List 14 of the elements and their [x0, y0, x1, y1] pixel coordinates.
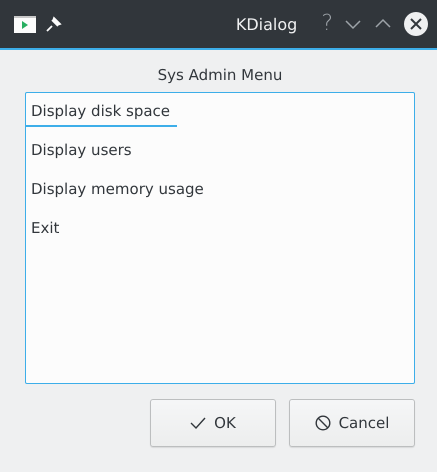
cancel-button[interactable]: Cancel [289, 399, 415, 447]
app-icon [14, 15, 36, 33]
window-title: KDialog [234, 14, 298, 34]
help-button[interactable]: ? [321, 13, 333, 35]
menu-item[interactable]: Display disk space [26, 99, 178, 127]
prompt-label: Sys Admin Menu [158, 66, 282, 84]
cancel-icon [314, 415, 331, 431]
ok-button[interactable]: OK [150, 399, 276, 447]
close-icon[interactable] [403, 11, 429, 37]
pin-icon[interactable] [46, 16, 62, 32]
menu-item[interactable]: Display users [26, 138, 139, 166]
check-icon [190, 417, 206, 429]
menu-item[interactable]: Exit [26, 216, 66, 244]
menu-item[interactable]: Display memory usage [26, 177, 211, 205]
